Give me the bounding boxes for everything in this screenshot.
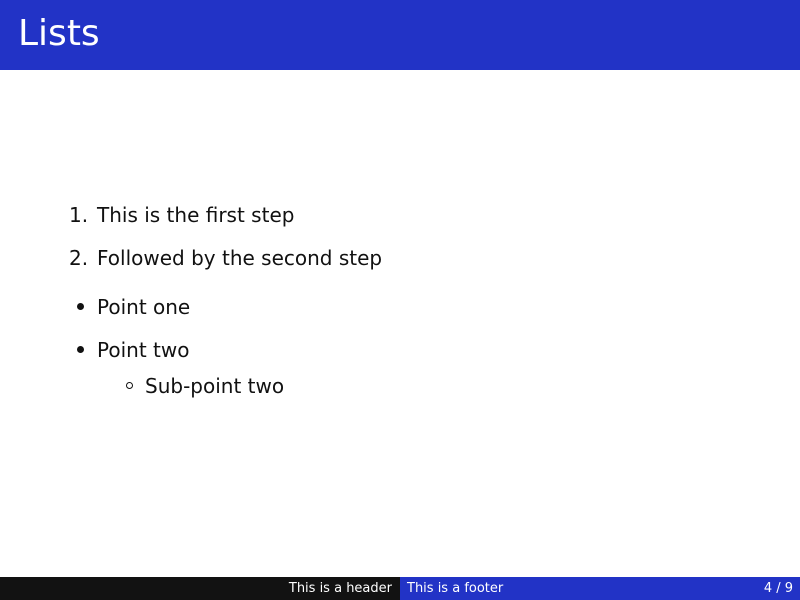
footer-header-text: This is a header: [288, 581, 392, 596]
bullet-list-text: Point one: [97, 295, 191, 319]
ordered-list-marker: 1.: [69, 203, 89, 227]
slide-content: 1. This is the first step 2. Followed by…: [0, 0, 800, 575]
ordered-list-marker: 2.: [69, 246, 89, 270]
sub-bullet-list-text: Sub-point two: [145, 374, 285, 398]
bullet-icon: [77, 303, 84, 310]
footer-text: This is a footer: [407, 581, 504, 596]
hollow-bullet-icon: [126, 382, 133, 389]
footer-header-section: This is a header: [0, 577, 400, 600]
bullet-icon: [77, 346, 84, 353]
bullet-list-text: Point two: [97, 338, 190, 362]
ordered-list-text: This is the first step: [97, 203, 295, 227]
page-number: 4 / 9: [763, 581, 793, 596]
slide-footer: This is a header This is a footer 4 / 9: [0, 577, 800, 600]
footer-title-section: This is a footer 4 / 9: [400, 577, 800, 600]
ordered-list-text: Followed by the second step: [97, 246, 383, 270]
